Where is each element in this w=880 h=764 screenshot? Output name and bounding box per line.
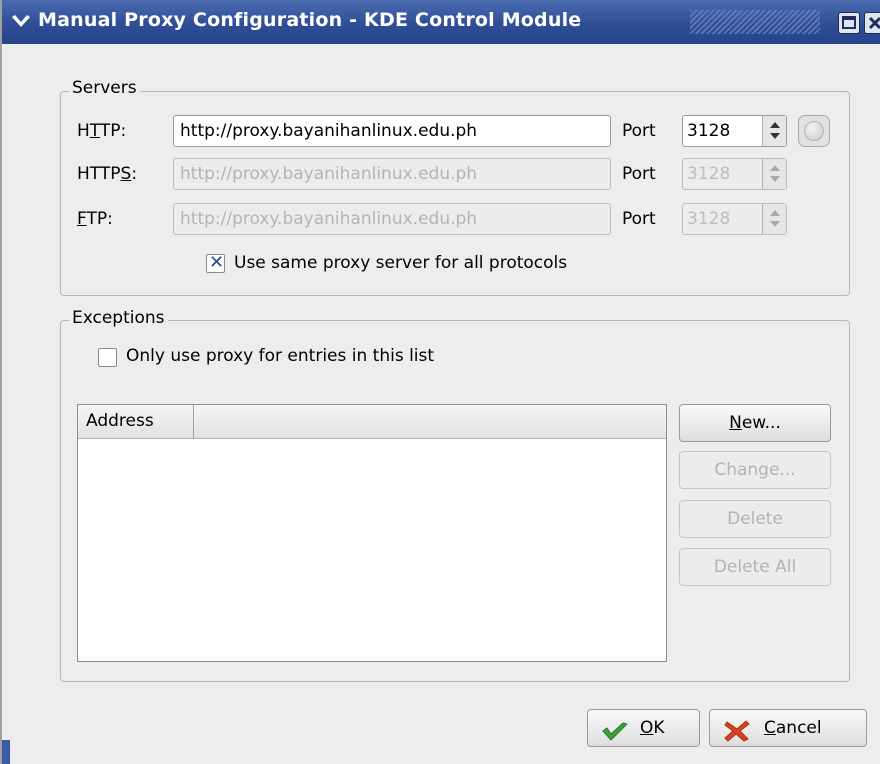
- list-header: Address: [78, 405, 666, 439]
- maximize-icon[interactable]: [838, 12, 860, 34]
- check-x-icon: ✕: [209, 252, 225, 273]
- dialog-window: Manual Proxy Configuration - KDE Control…: [0, 0, 880, 764]
- spin-arrows-icon: [762, 159, 786, 189]
- title-bar[interactable]: Manual Proxy Configuration - KDE Control…: [2, 0, 880, 44]
- http-label: HTTP:: [77, 121, 127, 141]
- new-button[interactable]: New...: [679, 404, 831, 442]
- http-port-value: 3128: [687, 121, 731, 141]
- ok-button[interactable]: OK: [587, 709, 700, 747]
- change-button: Change...: [679, 451, 831, 489]
- https-port-label: Port: [622, 164, 656, 184]
- spin-arrows-icon: [762, 204, 786, 234]
- same-proxy-label[interactable]: Use same proxy server for all protocols: [234, 253, 567, 273]
- http-port-label: Port: [622, 121, 656, 141]
- window-menu-chevron-icon[interactable]: [10, 12, 32, 34]
- same-proxy-checkbox[interactable]: ✕: [206, 252, 225, 273]
- ftp-label: FTP:: [77, 209, 113, 229]
- exceptions-legend: Exceptions: [69, 308, 168, 328]
- close-icon[interactable]: [864, 12, 880, 34]
- circle-icon: [804, 121, 824, 141]
- titlebar-texture: [690, 10, 820, 34]
- servers-legend: Servers: [69, 78, 140, 98]
- cancel-button[interactable]: Cancel: [709, 709, 867, 747]
- delete-button: Delete: [679, 500, 831, 538]
- http-port-reset-button[interactable]: [798, 115, 830, 147]
- https-port-spinbox: 3128: [682, 158, 787, 190]
- cancel-x-icon: [724, 719, 750, 742]
- ftp-port-spinbox: 3128: [682, 203, 787, 235]
- ftp-port-value: 3128: [687, 209, 731, 229]
- delete-all-button: Delete All: [679, 548, 831, 586]
- https-label: HTTPS:: [77, 164, 138, 184]
- window-title: Manual Proxy Configuration - KDE Control…: [38, 9, 582, 31]
- ftp-proxy-input: http://proxy.bayanihanlinux.edu.ph: [173, 203, 611, 235]
- http-port-spinbox[interactable]: 3128: [682, 115, 787, 147]
- checkmark-icon: [602, 719, 628, 741]
- spin-arrows-icon[interactable]: [762, 116, 786, 146]
- left-edge-accent: [2, 740, 10, 764]
- https-proxy-input: http://proxy.bayanihanlinux.edu.ph: [173, 158, 611, 190]
- https-port-value: 3128: [687, 164, 731, 184]
- only-use-proxy-checkbox[interactable]: [98, 348, 117, 367]
- exceptions-list[interactable]: Address: [77, 404, 667, 662]
- only-use-proxy-label[interactable]: Only use proxy for entries in this list: [126, 346, 434, 366]
- ftp-port-label: Port: [622, 209, 656, 229]
- http-proxy-input[interactable]: http://proxy.bayanihanlinux.edu.ph: [173, 115, 611, 147]
- column-header-address[interactable]: Address: [78, 405, 194, 439]
